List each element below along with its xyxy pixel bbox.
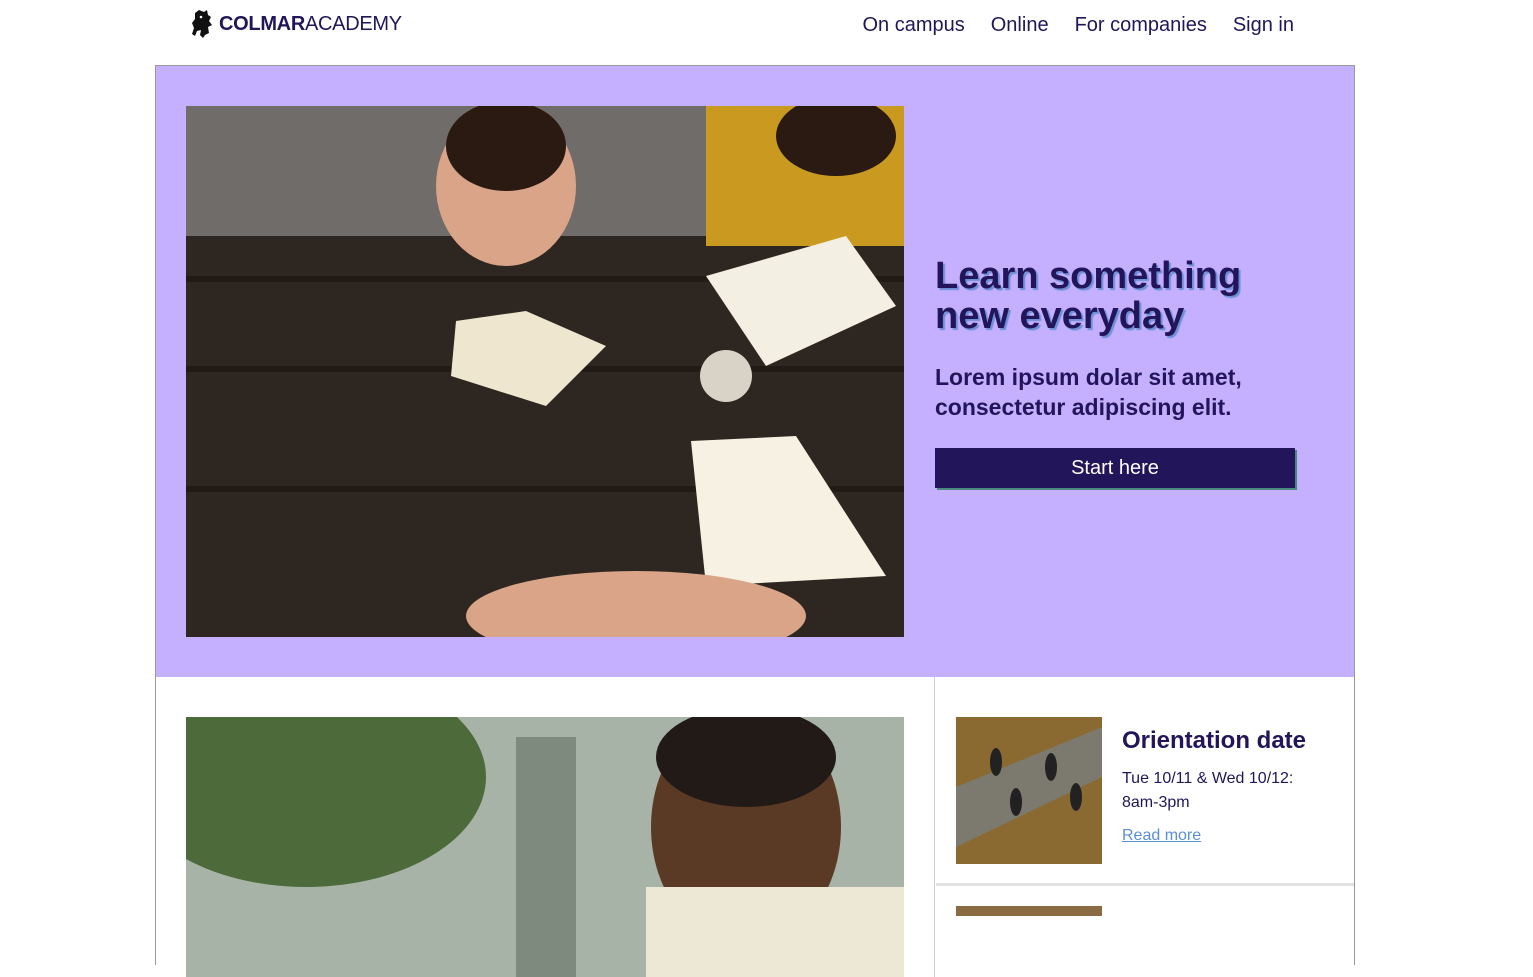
nav-link-online[interactable]: Online	[991, 12, 1049, 38]
hero-section: Learn something new everyday Lorem ipsum…	[156, 66, 1354, 677]
event-card: Orientation date Tue 10/11 & Wed 10/12: …	[956, 717, 1336, 865]
event-thumbnail-next	[956, 906, 1102, 916]
read-more-link[interactable]: Read more	[1122, 827, 1201, 845]
event-divider	[936, 883, 1354, 886]
logo-text: COLMARACADEMY	[219, 12, 402, 35]
feature-image	[186, 717, 904, 977]
nav-link-on-campus[interactable]: On campus	[862, 12, 964, 38]
hero-image	[186, 106, 904, 637]
lion-logo-icon	[192, 10, 212, 38]
start-here-button[interactable]: Start here	[935, 448, 1295, 488]
hero-subtitle: Lorem ipsum dolar sit amet, consectetur …	[935, 364, 1242, 420]
site-header: COLMARACADEMY On campus Online For compa…	[0, 0, 1533, 64]
nav-link-sign-in[interactable]: Sign in	[1233, 12, 1294, 38]
page-container: Learn something new everyday Lorem ipsum…	[155, 65, 1355, 977]
column-divider	[934, 677, 935, 977]
hero-text: Learn something new everyday Lorem ipsum…	[935, 256, 1315, 488]
main-nav: On campus Online For companies Sign in	[862, 12, 1294, 38]
nav-link-for-companies[interactable]: For companies	[1075, 12, 1207, 38]
hero-title: Learn something new everyday	[935, 255, 1242, 337]
event-thumbnail	[956, 717, 1102, 864]
event-description: Tue 10/11 & Wed 10/12: 8am-3pm	[1122, 770, 1294, 811]
event-title: Orientation date	[1122, 727, 1307, 754]
logo[interactable]: COLMARACADEMY	[189, 8, 402, 40]
